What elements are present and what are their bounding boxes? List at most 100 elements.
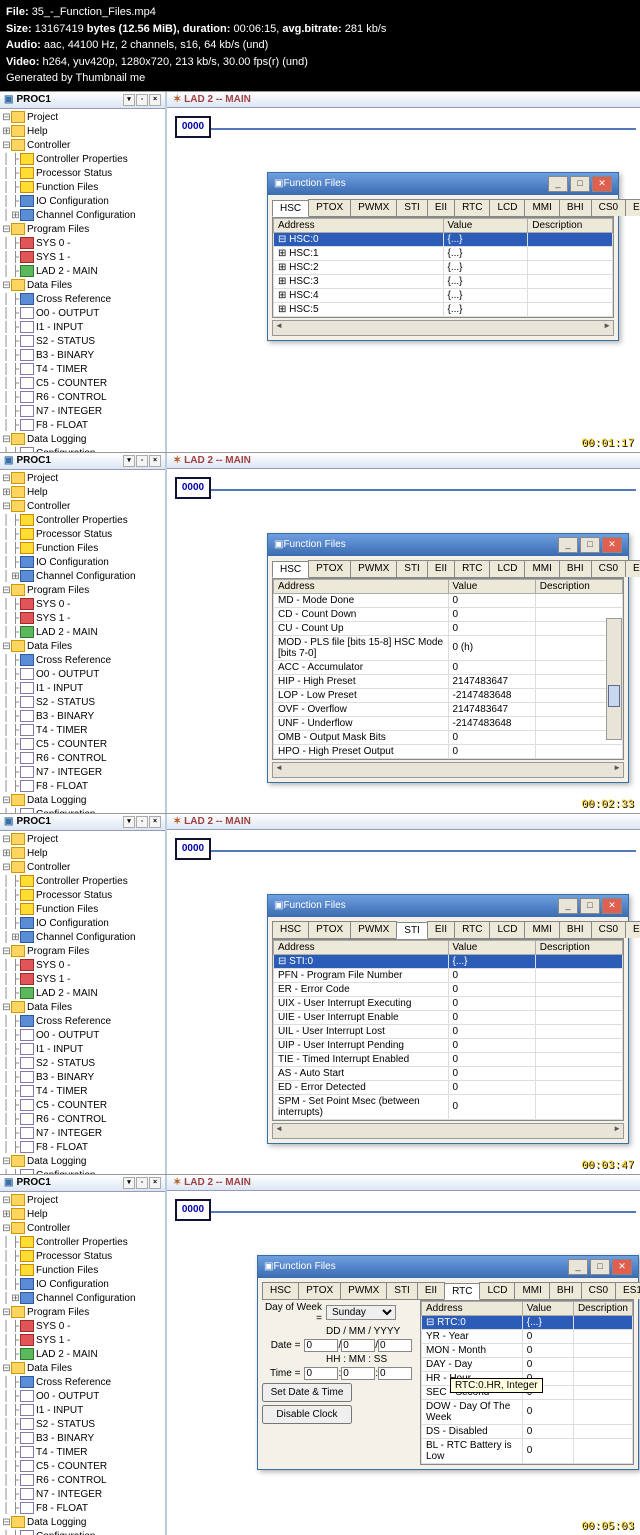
project-tree-sidebar[interactable]: PROC1 ▾▫× ⊟Project ⊞Help ⊟Controller │├C… [0,453,167,813]
date-mm[interactable] [341,1339,375,1352]
column-header[interactable]: Address [274,218,444,232]
project-tree[interactable]: ⊟Project ⊞Help ⊟Controller │├Controller … [0,1192,165,1535]
horizontal-scrollbar[interactable] [272,1123,624,1139]
ladder-editor[interactable]: LAD 2 -- MAIN 0000 Function Files _ □ ✕ … [167,1175,640,1535]
tab-lcd[interactable]: LCD [489,921,525,938]
table-row[interactable]: ⊟ STI:0{...} [274,954,623,968]
tab-cs0[interactable]: CS0 [591,560,626,577]
tab-cs0[interactable]: CS0 [581,1282,616,1299]
ladder-editor[interactable]: LAD 2 -- MAIN 0000 Function Files _ □ ✕ … [167,453,640,813]
window-titlebar[interactable]: Function Files _ □ ✕ [268,173,618,195]
table-row[interactable]: ED - Error Detected0 [274,1080,623,1094]
tab-eii[interactable]: EII [417,1282,445,1299]
sidebar-tool-icon[interactable]: ▫ [136,455,148,467]
table-row[interactable]: CD - Count Down0 [274,607,623,621]
tab-hsc[interactable]: HSC [272,200,309,217]
tab-eii[interactable]: EII [427,921,455,938]
rung-number[interactable]: 0000 [175,1199,211,1221]
column-header[interactable]: Description [573,1301,632,1315]
tab-sti[interactable]: STI [396,560,428,577]
table-row[interactable]: UIE - User Interrupt Enable0 [274,1010,623,1024]
table-row[interactable]: ⊞ HSC:3{...} [274,274,613,288]
tab-rtc[interactable]: RTC [454,199,490,216]
tab-ptox[interactable]: PTOX [308,921,351,938]
time-hh[interactable] [304,1367,338,1380]
table-row[interactable]: SPM - Set Point Msec (between interrupts… [274,1094,623,1119]
tab-eii[interactable]: EII [427,199,455,216]
table-row[interactable]: TIE - Timed Interrupt Enabled0 [274,1052,623,1066]
sidebar-tool-icon[interactable]: ▾ [123,455,135,467]
minimize-button[interactable]: _ [568,1259,588,1275]
table-row[interactable]: DOW - Day Of The Week0 [422,1399,633,1424]
table-row[interactable]: HPO - High Preset Output0 [274,744,623,758]
rung-number[interactable]: 0000 [175,116,211,138]
table-row[interactable]: ⊟ RTC:0{...} [422,1315,633,1329]
maximize-button[interactable]: □ [580,537,600,553]
sidebar-tool-icon[interactable]: ▾ [123,1177,135,1189]
close-button[interactable]: ✕ [602,898,622,914]
sidebar-tool-icon[interactable]: ▾ [123,94,135,106]
tab-bhi[interactable]: BHI [549,1282,582,1299]
tab-es1[interactable]: ES1 [615,1282,640,1299]
horizontal-scrollbar[interactable] [272,320,614,336]
window-titlebar[interactable]: Function Files _ □ ✕ [268,534,628,556]
time-mm[interactable] [341,1367,375,1380]
tab-hsc[interactable]: HSC [272,561,309,578]
minimize-button[interactable]: _ [558,898,578,914]
table-row[interactable]: UIP - User Interrupt Pending0 [274,1038,623,1052]
tab-ptox[interactable]: PTOX [308,560,351,577]
table-row[interactable]: UIL - User Interrupt Lost0 [274,1024,623,1038]
sidebar-tool-icon[interactable]: ▫ [136,1177,148,1189]
table-row[interactable]: DS - Disabled0 [422,1424,633,1438]
tab-ptox[interactable]: PTOX [308,199,351,216]
rung-number[interactable]: 0000 [175,838,211,860]
column-header[interactable]: Description [535,579,622,593]
tab-lcd[interactable]: LCD [489,560,525,577]
table-row[interactable]: LOP - Low Preset-2147483648 [274,688,623,702]
table-row[interactable]: MD - Mode Done0 [274,593,623,607]
table-row[interactable]: BL - RTC Battery is Low0 [422,1438,633,1463]
tab-sti[interactable]: STI [386,1282,418,1299]
function-files-window[interactable]: Function Files _ □ ✕ HSCPTOXPWMXSTIEIIRT… [257,1255,639,1470]
tab-hsc[interactable]: HSC [272,921,309,938]
column-header[interactable]: Address [274,940,449,954]
tab-sti[interactable]: STI [396,199,428,216]
table-row[interactable]: AS - Auto Start0 [274,1066,623,1080]
table-row[interactable]: YR - Year0 [422,1329,633,1343]
tab-cs0[interactable]: CS0 [591,921,626,938]
horizontal-scrollbar[interactable] [272,762,624,778]
sidebar-close-icon[interactable]: × [149,816,161,828]
tab-mmi[interactable]: MMI [524,921,559,938]
tab-rtc[interactable]: RTC [454,560,490,577]
date-dd[interactable] [304,1339,338,1352]
tab-pwmx[interactable]: PWMX [350,199,397,216]
tab-bhi[interactable]: BHI [559,560,592,577]
tab-mmi[interactable]: MMI [524,560,559,577]
tab-rtc[interactable]: RTC [454,921,490,938]
tab-lcd[interactable]: LCD [479,1282,515,1299]
table-row[interactable]: MOD - PLS file [bits 15-8] HSC Mode [bit… [274,635,623,660]
data-grid[interactable]: AddressValueDescription MD - Mode Done0 … [272,578,624,760]
column-header[interactable]: Value [443,218,528,232]
close-button[interactable]: ✕ [592,176,612,192]
data-grid[interactable]: AddressValueDescription⊟ STI:0{...} PFN … [272,939,624,1121]
project-tree-sidebar[interactable]: PROC1 ▾▫× ⊟Project ⊞Help ⊟Controller │├C… [0,814,167,1174]
column-header[interactable]: Description [535,940,622,954]
close-button[interactable]: ✕ [602,537,622,553]
sidebar-close-icon[interactable]: × [149,1177,161,1189]
tab-es1[interactable]: ES1 [625,199,640,216]
table-row[interactable]: ⊞ HSC:1{...} [274,246,613,260]
ladder-editor[interactable]: LAD 2 -- MAIN 0000 Function Files _ □ ✕ … [167,92,640,452]
tab-lcd[interactable]: LCD [489,199,525,216]
tab-bhi[interactable]: BHI [559,199,592,216]
table-row[interactable]: UNF - Underflow-2147483648 [274,716,623,730]
tab-hsc[interactable]: HSC [262,1282,299,1299]
window-titlebar[interactable]: Function Files _ □ ✕ [268,895,628,917]
tab-ptox[interactable]: PTOX [298,1282,341,1299]
function-files-window[interactable]: Function Files _ □ ✕ HSCPTOXPWMXSTIEIIRT… [267,894,629,1144]
table-row[interactable]: ⊞ HSC:2{...} [274,260,613,274]
table-row[interactable]: MON - Month0 [422,1343,633,1357]
rung-number[interactable]: 0000 [175,477,211,499]
project-tree-sidebar[interactable]: PROC1 ▾▫× ⊟Project ⊞Help ⊟Controller │├C… [0,92,167,452]
tab-mmi[interactable]: MMI [524,199,559,216]
